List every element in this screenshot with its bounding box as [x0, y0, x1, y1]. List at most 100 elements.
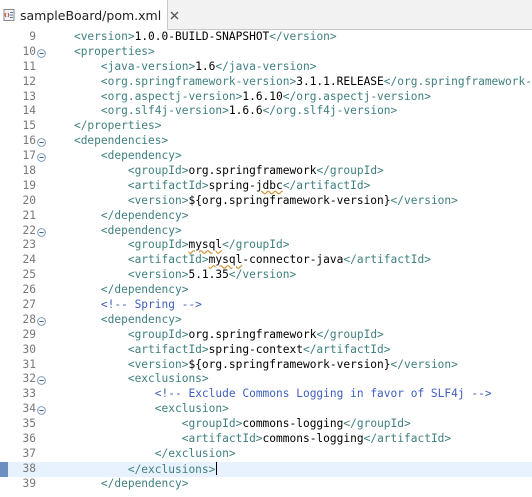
- xml-tag: <org.springframework-version>: [100, 74, 297, 88]
- line-number: 35: [22, 417, 36, 431]
- xml-tag: </version>: [269, 30, 337, 43]
- xml-text: commons-logging: [242, 417, 344, 431]
- xml-tag: <java-version>: [100, 59, 196, 73]
- code-line[interactable]: 11 <java-version>1.6</java-version>: [0, 60, 532, 75]
- xml-text: org.springframework: [188, 164, 317, 178]
- gutter-spacer: [0, 30, 8, 45]
- code-text: <version>${org.springframework-version}<…: [47, 194, 458, 209]
- close-icon[interactable]: [170, 9, 179, 21]
- line-number: 36: [22, 432, 36, 446]
- gutter-spacer: [0, 75, 8, 90]
- xml-tag: </org.aspectj-version>: [282, 89, 431, 103]
- line-number: 12: [22, 74, 36, 88]
- xml-tag: <exclusion>: [154, 402, 229, 416]
- xml-tag: </dependency>: [100, 208, 189, 222]
- code-line[interactable]: 22 <dependency>: [0, 224, 532, 239]
- xml-tag: <version>: [127, 357, 189, 371]
- editor-tab-pom-xml[interactable]: sampleBoard/pom.xml: [0, 0, 179, 30]
- gutter-spacer: [0, 149, 8, 164]
- code-line[interactable]: 31 <version>${org.springframework-versio…: [0, 358, 532, 373]
- code-line[interactable]: 16 <dependencies>: [0, 134, 532, 149]
- line-number: 33: [22, 387, 36, 401]
- xml-text: spring-context: [208, 342, 303, 356]
- code-line[interactable]: 37 </exclusion>: [0, 447, 532, 462]
- code-line[interactable]: 29 <groupId>org.springframework</groupId…: [0, 328, 532, 343]
- code-line[interactable]: 34 <exclusion>: [0, 402, 532, 417]
- line-number: 16: [22, 134, 36, 148]
- code-line[interactable]: 32 <exclusions>: [0, 372, 532, 387]
- code-line[interactable]: 10 <properties>: [0, 45, 532, 60]
- line-number: 15: [22, 119, 36, 133]
- xml-text: 3.1.1.RELEASE: [296, 74, 384, 88]
- code-line[interactable]: 21 </dependency>: [0, 209, 532, 224]
- code-line[interactable]: 23 <groupId>mysql</groupId>: [0, 238, 532, 253]
- line-number: 34: [22, 402, 36, 416]
- xml-source-editor[interactable]: 9 <version>1.0.0-BUILD-SNAPSHOT</version…: [0, 30, 532, 497]
- gutter-spacer: [0, 343, 8, 358]
- xml-tag: <artifactId>: [127, 253, 209, 267]
- xml-text: 1.6: [195, 59, 216, 73]
- line-number: 19: [22, 178, 36, 192]
- xml-text: 5.1.35: [188, 268, 229, 282]
- code-text: <java-version>1.6</java-version>: [47, 59, 317, 75]
- code-line[interactable]: 33 <!-- Exclude Commons Logging in favor…: [0, 387, 532, 402]
- fold-collapse-icon[interactable]: [37, 227, 46, 237]
- code-line[interactable]: 17 <dependency>: [0, 149, 532, 164]
- line-number: 26: [22, 283, 36, 297]
- code-line[interactable]: 18 <groupId>org.springframework</groupId…: [0, 164, 532, 179]
- line-number: 11: [22, 59, 36, 73]
- code-line[interactable]: 13 <org.aspectj-version>1.6.10</org.aspe…: [0, 90, 532, 105]
- xml-tag: <dependency>: [100, 149, 182, 163]
- code-line[interactable]: 12 <org.springframework-version>3.1.1.RE…: [0, 75, 532, 90]
- gutter-spacer: [0, 90, 8, 105]
- code-line[interactable]: 9 <version>1.0.0-BUILD-SNAPSHOT</version…: [0, 30, 532, 45]
- code-text: <groupId>org.springframework</groupId>: [47, 164, 384, 179]
- xml-tag: <groupId>: [127, 238, 189, 252]
- code-line[interactable]: 20 <version>${org.springframework-versio…: [0, 194, 532, 209]
- xml-tag: </java-version>: [215, 59, 317, 73]
- code-line[interactable]: 19 <artifactId>spring-jdbc</artifactId>: [0, 179, 532, 194]
- xml-tag: </artifactId>: [343, 253, 431, 267]
- code-line[interactable]: 28 <dependency>: [0, 313, 532, 328]
- xml-tag: </artifactId>: [282, 178, 371, 192]
- line-number: 38: [22, 461, 36, 475]
- code-line[interactable]: 38 </exclusions>: [0, 461, 532, 477]
- fold-collapse-icon[interactable]: [37, 405, 46, 416]
- code-line[interactable]: 25 <version>5.1.35</version>: [0, 268, 532, 283]
- line-number: 37: [22, 446, 36, 460]
- xml-tag: <artifactId>: [127, 342, 209, 356]
- xml-tag: </groupId>: [343, 417, 411, 431]
- fold-collapse-icon[interactable]: [37, 48, 46, 58]
- gutter-spacer: [0, 224, 8, 239]
- fold-collapse-icon[interactable]: [37, 137, 46, 148]
- code-text: <groupId>org.springframework</groupId>: [47, 328, 384, 343]
- modified-line-marker: [0, 461, 8, 477]
- line-number: 13: [22, 89, 36, 103]
- line-number: 21: [22, 208, 36, 222]
- code-text: <artifactId>spring-context</artifactId>: [47, 343, 391, 358]
- spell-warning-text: mysql: [208, 253, 243, 267]
- xml-tag: <properties>: [73, 44, 155, 58]
- line-number: 9: [29, 30, 36, 43]
- xml-tag: </version>: [390, 193, 458, 207]
- code-line[interactable]: 36 <artifactId>commons-logging</artifact…: [0, 432, 532, 447]
- xml-tag: <dependency>: [100, 223, 182, 237]
- xml-tag: </groupId>: [316, 327, 384, 341]
- code-line[interactable]: 30 <artifactId>spring-context</artifactI…: [0, 343, 532, 358]
- code-text: <org.slf4j-version>1.6.6</org.slf4j-vers…: [47, 104, 397, 119]
- code-line[interactable]: 35 <groupId>commons-logging</groupId>: [0, 417, 532, 432]
- spell-warning-text: mysql: [188, 238, 223, 252]
- code-line[interactable]: 39 </dependency>: [0, 477, 532, 492]
- fold-collapse-icon[interactable]: [37, 375, 46, 386]
- code-line[interactable]: 27 <!-- Spring -->: [0, 298, 532, 313]
- fold-collapse-icon[interactable]: [37, 152, 46, 163]
- fold-collapse-icon[interactable]: [37, 316, 46, 326]
- code-text: <dependency>: [47, 224, 182, 239]
- xml-tag: <version>: [127, 193, 189, 207]
- code-line[interactable]: 26 </dependency>: [0, 283, 532, 298]
- code-line[interactable]: 24 <artifactId>mysql-connector-java</art…: [0, 253, 532, 268]
- code-line[interactable]: 14 <org.slf4j-version>1.6.6</org.slf4j-v…: [0, 104, 532, 119]
- code-line[interactable]: 15 </properties>: [0, 119, 532, 134]
- line-number: 10: [22, 44, 36, 58]
- gutter-spacer: [0, 477, 8, 492]
